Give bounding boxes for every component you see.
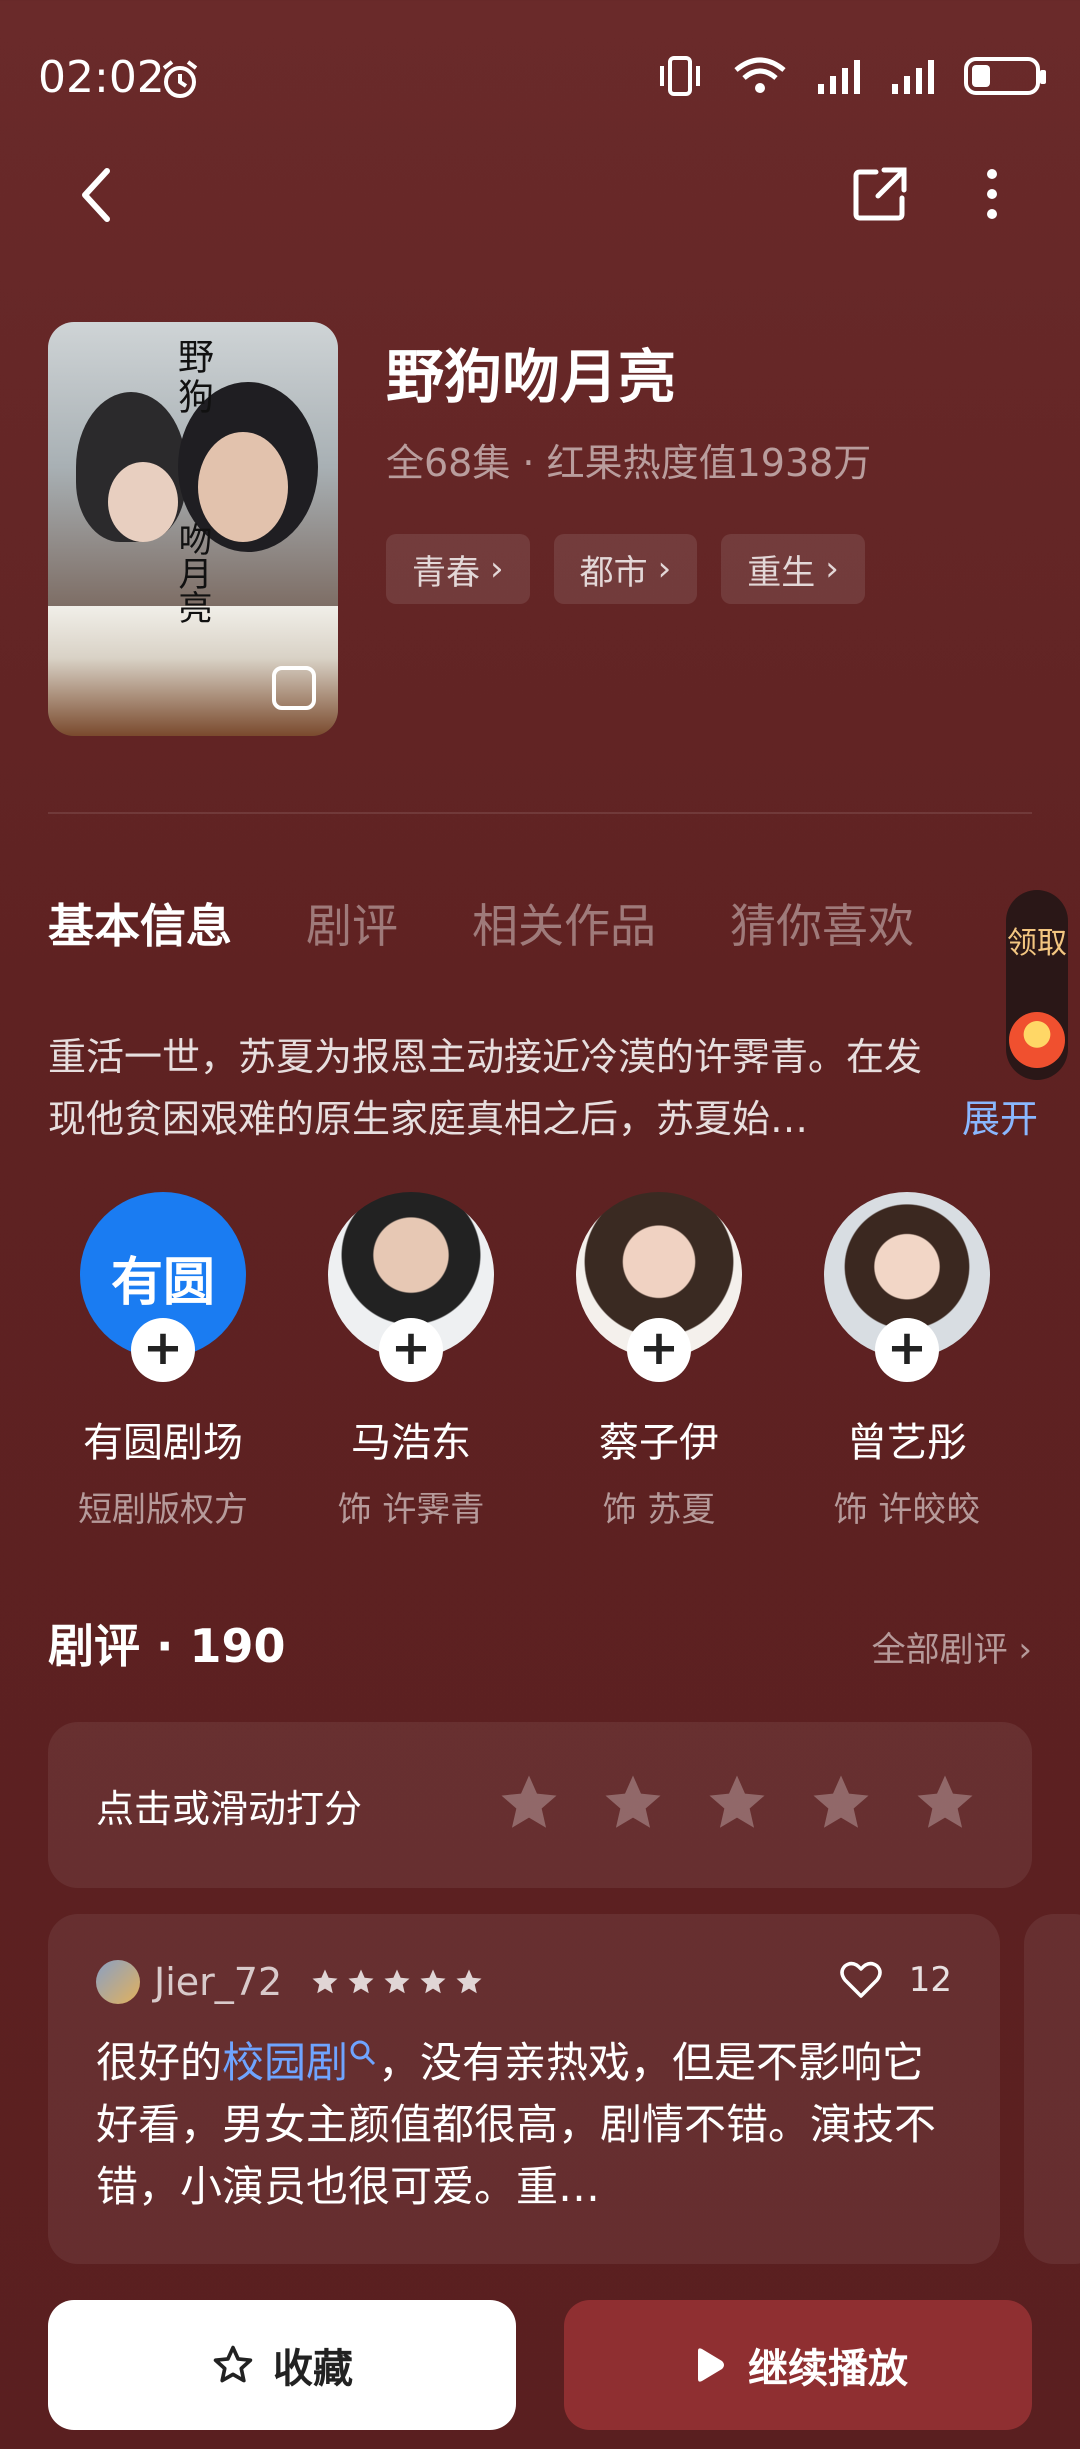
wifi-icon xyxy=(734,57,786,93)
alarm-icon xyxy=(162,60,198,98)
chevron-right-icon: › xyxy=(490,549,504,589)
cast-role: 饰 许皎皎 xyxy=(833,1490,981,1530)
synopsis-line-1: 重活一世，苏夏为报恩主动接近冷漠的许霁青。在发 xyxy=(48,1035,923,1079)
tab-reviews[interactable]: 剧评 xyxy=(306,890,398,956)
clock: 02:02 xyxy=(38,52,165,103)
poster-title: 野狗 xyxy=(172,338,213,418)
reviews-heading: 剧评 · 190 xyxy=(48,1619,286,1673)
rating-stars[interactable] xyxy=(496,1770,978,1836)
tab-basic-info[interactable]: 基本信息 xyxy=(48,890,232,956)
cast-role: 短剧版权方 xyxy=(78,1490,248,1530)
star-icon xyxy=(384,1969,410,1994)
genre-tags: 青春 › 都市 › 重生 › xyxy=(386,534,865,604)
star-icon xyxy=(420,1969,446,1994)
cast-name: 曾艺彤 xyxy=(847,1420,967,1466)
cast-item-actress[interactable]: + 蔡子伊 饰 苏夏 xyxy=(544,1192,774,1531)
show-meta: 全68集 · 红果热度值1938万 xyxy=(386,441,872,485)
like-count: 12 xyxy=(908,1960,952,2000)
chevron-left-icon xyxy=(82,168,110,222)
top-navigation xyxy=(0,160,1080,270)
cast-item-actor[interactable]: + 马浩东 饰 许霁青 xyxy=(296,1192,526,1531)
star-icon[interactable] xyxy=(496,1770,562,1836)
avatar: 有圆 + xyxy=(80,1192,246,1382)
synopsis: 重活一世，苏夏为报恩主动接近冷漠的许霁青。在发 现他贫困艰难的原生家庭真相之后，… xyxy=(48,1026,1038,1150)
star-icon xyxy=(456,1969,482,1994)
search-icon xyxy=(350,2040,376,2066)
play-label: 继续播放 xyxy=(748,2346,908,2392)
chevron-right-icon: › xyxy=(1018,1630,1032,1670)
detail-tabs: 基本信息 剧评 相关作品 猜你喜欢 xyxy=(48,890,914,956)
avatar: + xyxy=(576,1192,742,1382)
like-button[interactable]: 12 xyxy=(839,1960,952,2000)
follow-plus-icon[interactable]: + xyxy=(627,1318,691,1382)
synopsis-line-2: 现他贫困艰难的原生家庭真相之后，苏夏始… xyxy=(48,1097,809,1141)
reviewer-name: Jier_72 xyxy=(154,1960,283,2004)
next-review-card[interactable] xyxy=(1024,1914,1080,2264)
favorite-button[interactable]: 收藏 xyxy=(48,2300,516,2430)
heart-icon xyxy=(839,1961,882,1998)
keyword-search-link[interactable]: 校园剧 xyxy=(222,2038,378,2087)
more-options-button[interactable] xyxy=(962,164,1032,234)
share-icon xyxy=(853,167,907,221)
back-button[interactable] xyxy=(62,160,132,230)
avatar: + xyxy=(824,1192,990,1382)
more-vertical-icon xyxy=(987,169,997,219)
star-icon[interactable] xyxy=(808,1770,874,1836)
star-outline-icon xyxy=(213,2345,253,2383)
status-icons xyxy=(656,56,1046,96)
star-icon[interactable] xyxy=(704,1770,770,1836)
review-text: 很好的校园剧 ，没有亲热戏，但是不影响它好看，男女主颜值都很高，剧情不错。演技不错… xyxy=(96,2038,937,2211)
avatar xyxy=(96,1960,140,2004)
cast-role: 饰 苏夏 xyxy=(602,1490,716,1530)
review-rating xyxy=(310,1967,484,1997)
all-reviews-link[interactable]: 全部剧评 › xyxy=(872,1622,1032,1671)
play-icon xyxy=(698,2348,724,2382)
follow-plus-icon[interactable]: + xyxy=(131,1318,195,1382)
rating-card[interactable]: 点击或滑动打分 xyxy=(48,1722,1032,1888)
cast-name: 有圆剧场 xyxy=(83,1420,243,1466)
bottom-action-bar: 收藏 继续播放 xyxy=(48,2300,1032,2430)
tag-urban[interactable]: 都市 › xyxy=(553,534,698,604)
show-title: 野狗吻月亮 xyxy=(386,343,677,411)
star-icon[interactable] xyxy=(600,1770,666,1836)
review-card[interactable]: Jier_72 12 很好的校园剧 ，没有亲热戏，但是不影响它好看，男女主颜值都很… xyxy=(48,1914,1000,2264)
follow-plus-icon[interactable]: + xyxy=(875,1318,939,1382)
share-button[interactable] xyxy=(850,164,920,234)
expand-synopsis-link[interactable]: 展开 xyxy=(962,1088,1038,1150)
tab-related-works[interactable]: 相关作品 xyxy=(472,890,656,956)
vibrate-icon xyxy=(660,56,700,96)
show-poster[interactable]: 野狗 吻月亮 xyxy=(48,322,338,736)
chevron-right-icon: › xyxy=(825,549,839,589)
chevron-right-icon: › xyxy=(657,549,672,589)
tab-recommendations[interactable]: 猜你喜欢 xyxy=(730,890,914,956)
favorite-label: 收藏 xyxy=(273,2346,353,2392)
cast-item-studio[interactable]: 有圆 + 有圆剧场 短剧版权方 xyxy=(48,1192,278,1531)
cast-item-child-actress[interactable]: + 曾艺彤 饰 许皎皎 xyxy=(792,1192,1022,1531)
battery-icon xyxy=(964,57,1046,95)
signal-icon xyxy=(818,60,860,94)
redeem-label: 领取 xyxy=(1007,926,1067,961)
divider xyxy=(48,812,1032,814)
star-icon xyxy=(312,1969,338,1994)
gallery-icon[interactable] xyxy=(272,666,316,710)
status-bar: 02:02 xyxy=(0,0,1080,150)
avatar: + xyxy=(328,1192,494,1382)
star-icon xyxy=(348,1969,374,1994)
signal-icon-2 xyxy=(892,60,934,94)
cast-name: 蔡子伊 xyxy=(599,1420,719,1466)
tag-rebirth[interactable]: 重生 › xyxy=(721,534,865,604)
cast-name: 马浩东 xyxy=(351,1420,471,1466)
tag-youth[interactable]: 青春 › xyxy=(386,534,530,604)
rating-prompt: 点击或滑动打分 xyxy=(96,1787,363,1831)
reviewer: Jier_72 xyxy=(96,1960,484,2004)
cast-role: 饰 许霁青 xyxy=(337,1490,485,1530)
continue-play-button[interactable]: 继续播放 xyxy=(564,2300,1032,2430)
star-icon[interactable] xyxy=(912,1770,978,1836)
follow-plus-icon[interactable]: + xyxy=(379,1318,443,1382)
studio-logo: 有圆 xyxy=(110,1253,215,1313)
poster-title-2: 吻月亮 xyxy=(172,522,212,624)
